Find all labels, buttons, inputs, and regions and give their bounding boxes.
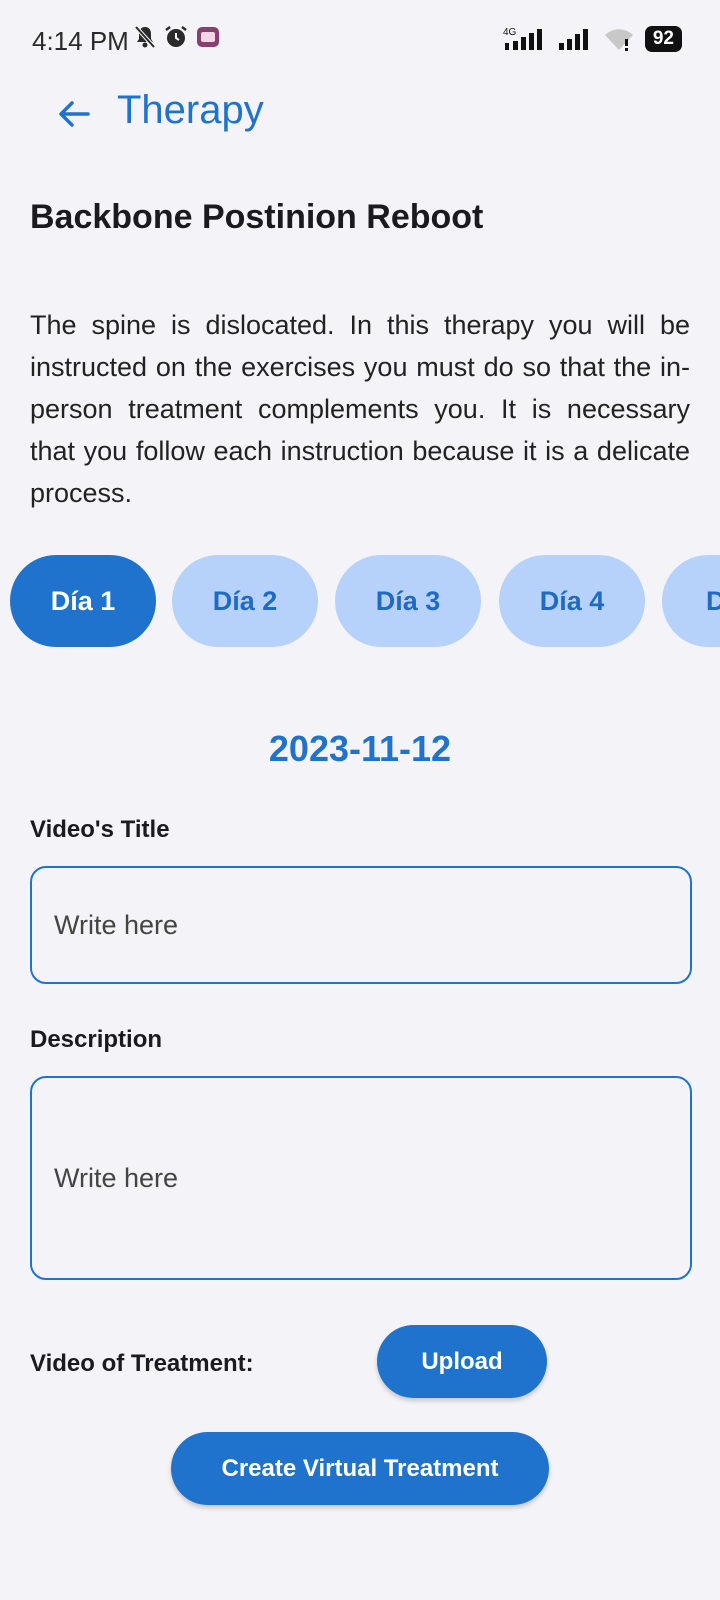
bell-off-icon [134, 25, 156, 49]
back-button[interactable] [52, 92, 96, 136]
signal-icon [558, 29, 588, 50]
day-chip-5[interactable]: D [662, 555, 720, 647]
description-label: Description [30, 1026, 163, 1053]
therapy-description: The spine is dislocated. In this therapy… [30, 310, 690, 508]
wifi-icon [604, 29, 633, 51]
description-placeholder: Write here [54, 1162, 179, 1193]
day-chip-1[interactable]: Día 1 [10, 555, 156, 647]
network-type: 4G [503, 27, 517, 38]
therapy-screen: 4:14 PM 4G 92 Therapy Backbone Postinion… [0, 0, 720, 1600]
video-of-treatment-label: Video of Treatment: [30, 1350, 254, 1377]
alarm-icon [165, 26, 187, 47]
status-icons-left [133, 24, 221, 50]
create-virtual-treatment-button[interactable]: Create Virtual Treatment [171, 1432, 549, 1505]
arrow-left-icon [59, 101, 90, 127]
day-selector: Día 1 Día 2 Día 3 Día 4 D [0, 555, 720, 647]
app-notification-icon [197, 27, 219, 47]
signal-icon: 4G [503, 27, 542, 50]
status-icons-right: 4G 92 [503, 26, 682, 52]
status-bar: 4:14 PM 4G 92 [0, 0, 720, 80]
day-chip-2[interactable]: Día 2 [172, 555, 318, 647]
app-header: Therapy [0, 80, 720, 150]
day-chip-4[interactable]: Día 4 [499, 555, 645, 647]
status-time: 4:14 PM [32, 26, 129, 56]
upload-button[interactable]: Upload [377, 1325, 547, 1398]
video-title-field[interactable]: Write here [30, 866, 692, 984]
description-field[interactable]: Write here [30, 1076, 692, 1280]
day-chip-3[interactable]: Día 3 [335, 555, 481, 647]
video-title-label: Video's Title [30, 816, 170, 843]
selected-date: 2023-11-12 [268, 728, 452, 769]
battery-indicator: 92 [644, 26, 682, 52]
video-title-placeholder: Write here [54, 909, 179, 940]
therapy-name: Backbone Postinion Reboot [30, 198, 484, 236]
page-title: Therapy [117, 88, 264, 132]
